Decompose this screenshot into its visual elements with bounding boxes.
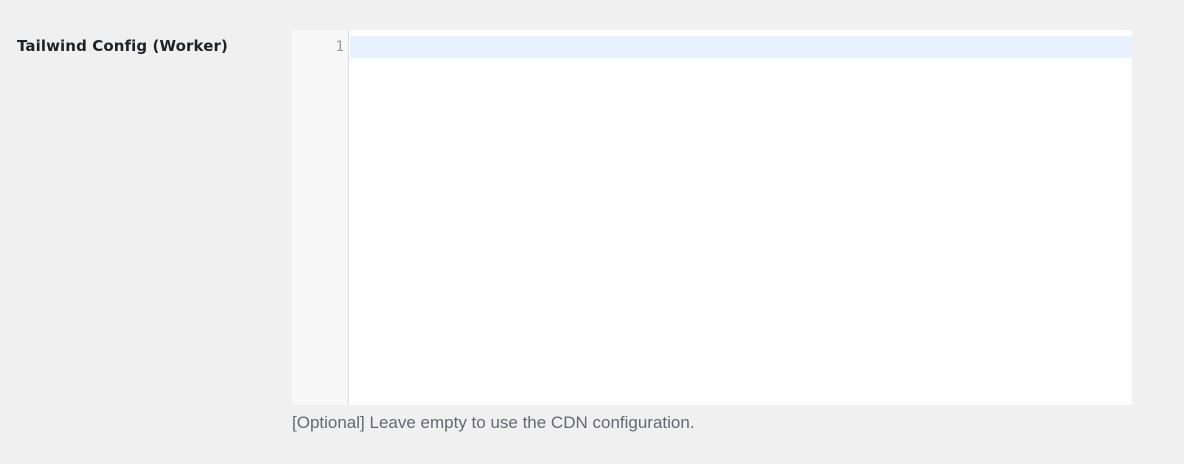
line-number: 1	[335, 39, 344, 55]
line-number-gutter: 1	[292, 30, 349, 405]
field-description: [Optional] Leave empty to use the CDN co…	[292, 413, 695, 432]
field-label: Tailwind Config (Worker)	[17, 37, 228, 55]
code-editor[interactable]: 1	[292, 30, 1132, 405]
settings-field-row: Tailwind Config (Worker) 1 [Optional] Le…	[0, 0, 1184, 464]
code-input-area[interactable]	[350, 30, 1132, 405]
